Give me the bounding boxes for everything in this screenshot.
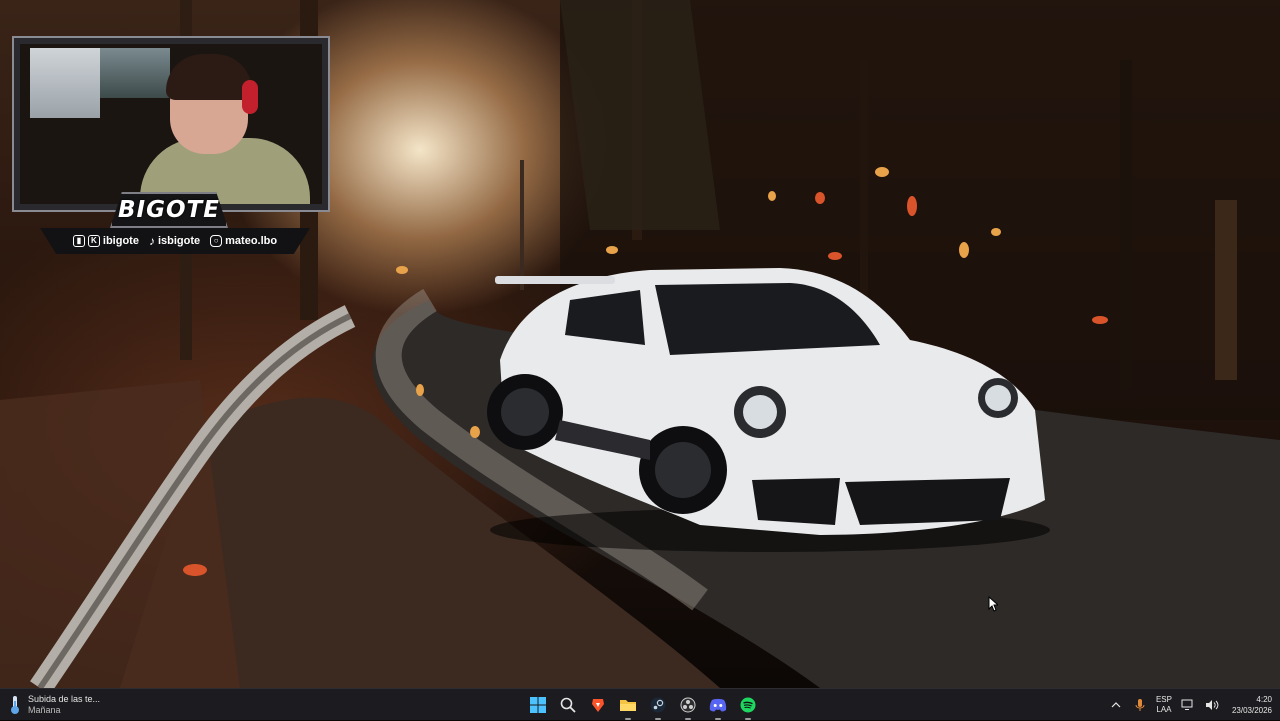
tiktok-icon: ♪ — [148, 234, 155, 248]
brave-icon — [592, 699, 604, 712]
webcam-background-window — [30, 48, 100, 118]
discord-button[interactable] — [706, 693, 730, 720]
network-icon[interactable] — [1180, 697, 1196, 713]
brave-button[interactable] — [586, 693, 610, 717]
steam-button[interactable] — [646, 693, 670, 720]
social-instagram: ○ mateo.lbo — [210, 235, 277, 247]
system-tray: ESP LAA 4:20 23/03/2026 — [1108, 689, 1272, 721]
taskbar-app-list — [526, 693, 760, 720]
search-button[interactable] — [556, 693, 580, 717]
desktop-wallpaper: BIGOTE ▮ K ibigote ♪ isbigote ○ mateo.lb… — [0, 0, 1280, 688]
folder-icon — [620, 700, 636, 711]
weather-subtitle: Mañana — [28, 705, 61, 715]
social-twitch-kick: ▮ K ibigote — [72, 235, 139, 247]
thermometer-icon — [10, 695, 20, 715]
spotify-button[interactable] — [736, 693, 760, 720]
start-button[interactable] — [526, 693, 550, 717]
steam-icon — [650, 697, 666, 713]
social-handle: mateo.lbo — [225, 235, 278, 247]
headset-icon — [242, 80, 258, 114]
show-hidden-icons-chevron-up-icon[interactable] — [1108, 697, 1124, 713]
weather-title: Subida de las te... — [28, 694, 101, 704]
social-handle: isbigote — [157, 235, 201, 247]
language-code: ESP — [1155, 695, 1172, 704]
system-clock[interactable]: 4:20 23/03/2026 — [1232, 694, 1272, 716]
microphone-icon[interactable] — [1132, 697, 1148, 713]
obs-button[interactable] — [676, 693, 700, 720]
clock-time: 4:20 — [1256, 695, 1272, 704]
spotify-icon — [740, 697, 756, 713]
volume-icon[interactable] — [1204, 697, 1220, 713]
mouse-cursor-icon — [988, 596, 998, 612]
file-explorer-button[interactable] — [616, 693, 640, 720]
webcam-frame — [12, 36, 330, 212]
streamer-webcam-overlay: BIGOTE ▮ K ibigote ♪ isbigote ○ mateo.lb… — [12, 36, 330, 258]
weather-widget[interactable]: Subida de las te... Mañana — [10, 692, 100, 718]
webcam-background-shelf — [100, 48, 170, 98]
twitch-icon: ▮ — [72, 235, 85, 247]
clock-date: 23/03/2026 — [1231, 706, 1272, 715]
streamer-name-plate: BIGOTE — [110, 192, 228, 228]
keyboard-layout: LAA — [1156, 705, 1172, 714]
social-handle: ibigote — [102, 235, 139, 247]
social-links-bar: ▮ K ibigote ♪ isbigote ○ mateo.lbo — [40, 228, 310, 254]
instagram-icon: ○ — [210, 235, 223, 247]
windows-icon — [530, 697, 546, 713]
streamer-name: BIGOTE — [118, 197, 220, 223]
input-language-indicator[interactable]: ESP LAA — [1156, 695, 1172, 715]
obs-icon — [680, 697, 696, 713]
search-icon — [560, 697, 576, 713]
discord-icon — [709, 698, 727, 712]
taskbar: Subida de las te... Mañana ESP LAA 4:20 … — [0, 688, 1280, 720]
streamer-hair — [166, 54, 252, 100]
social-tiktok: ♪ isbigote — [149, 234, 200, 248]
kick-icon: K — [87, 235, 100, 247]
